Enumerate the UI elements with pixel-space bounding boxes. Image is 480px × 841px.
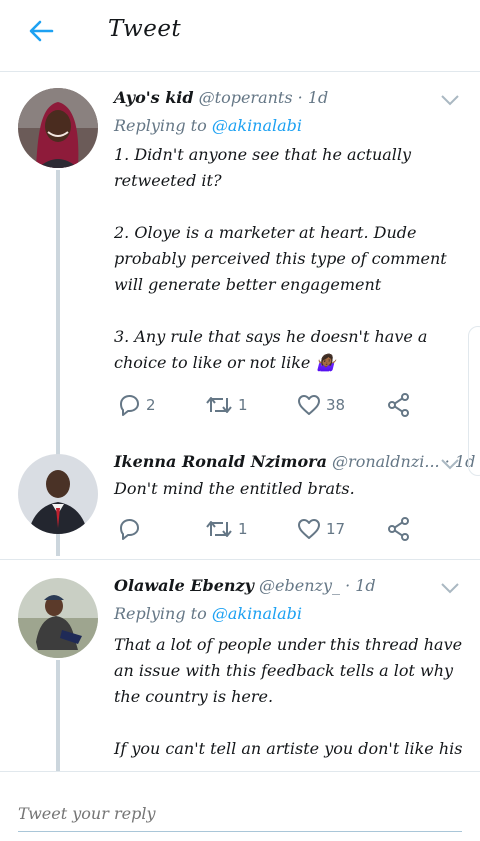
retweet-button[interactable]: 1: [204, 516, 248, 542]
timestamp: · 1d: [345, 576, 376, 595]
tweet-text: 1. Didn't anyone see that he actually re…: [114, 145, 447, 372]
reply-count: 2: [146, 396, 156, 414]
tweet-text: That a lot of people under this thread h…: [114, 635, 463, 758]
reply-button[interactable]: 2: [116, 392, 156, 418]
tweet-actions: 1 17: [114, 516, 424, 542]
scrollbar[interactable]: [468, 326, 480, 476]
user-handle[interactable]: @toperants: [199, 88, 293, 107]
retweet-button[interactable]: 1: [204, 392, 248, 418]
user-handle[interactable]: @ronaldnzi...: [332, 452, 440, 471]
tweet-header: Olawale Ebenzy @ebenzy_ · 1d: [114, 576, 376, 595]
reply-icon: [120, 519, 139, 540]
heart-icon: [298, 519, 320, 539]
share-button[interactable]: [386, 392, 412, 418]
avatar[interactable]: [18, 454, 98, 534]
user-handle[interactable]: @ebenzy_: [259, 576, 340, 595]
tweet[interactable]: Olawale Ebenzy @ebenzy_ · 1d Replying to…: [0, 560, 480, 771]
like-count: 38: [326, 396, 346, 414]
mention-link[interactable]: @akinalabi: [212, 604, 302, 623]
tweet-header: Ayo's kid @toperants · 1d: [114, 88, 328, 107]
tweet-actions: 2 1 38: [114, 392, 424, 418]
avatar[interactable]: [18, 578, 98, 658]
page-title: Tweet: [108, 16, 182, 42]
reply-input[interactable]: [18, 796, 462, 832]
timestamp: · 1d: [297, 88, 329, 107]
reply-icon: [120, 395, 139, 416]
arrow-left-icon[interactable]: [26, 16, 56, 46]
display-name[interactable]: Olawale Ebenzy: [114, 576, 254, 595]
top-bar: Tweet: [0, 0, 480, 72]
replying-label: Replying to: [114, 116, 207, 135]
display-name[interactable]: Ayo's kid: [114, 88, 194, 107]
replying-label: Replying to: [114, 604, 207, 623]
tweet-text: Don't mind the entitled brats.: [114, 479, 355, 498]
retweet-icon: [206, 521, 232, 537]
reply-bar: [0, 771, 480, 841]
share-icon: [388, 517, 409, 541]
replying-to: Replying to @akinalabi: [114, 604, 302, 623]
share-icon: [388, 393, 409, 417]
share-button[interactable]: [386, 516, 412, 542]
tweet-header: Ikenna Ronald Nzimora @ronaldnzi... · 1d: [114, 452, 475, 471]
retweet-count: 1: [238, 396, 248, 414]
chevron-down-icon[interactable]: [440, 94, 460, 106]
like-button[interactable]: 17: [296, 516, 345, 542]
retweet-count: 1: [238, 520, 248, 538]
heart-icon: [298, 395, 320, 415]
display-name[interactable]: Ikenna Ronald Nzimora: [114, 452, 327, 471]
chevron-down-icon[interactable]: [440, 458, 460, 470]
like-count: 17: [326, 520, 346, 538]
replying-to: Replying to @akinalabi: [114, 116, 302, 135]
avatar[interactable]: [18, 88, 98, 168]
mention-link[interactable]: @akinalabi: [212, 116, 302, 135]
chevron-down-icon[interactable]: [440, 582, 460, 594]
thread-line: [56, 660, 60, 771]
tweet[interactable]: Ikenna Ronald Nzimora @ronaldnzi... · 1d…: [0, 440, 480, 560]
reply-button[interactable]: [116, 516, 146, 542]
retweet-icon: [206, 397, 232, 413]
like-button[interactable]: 38: [296, 392, 345, 418]
